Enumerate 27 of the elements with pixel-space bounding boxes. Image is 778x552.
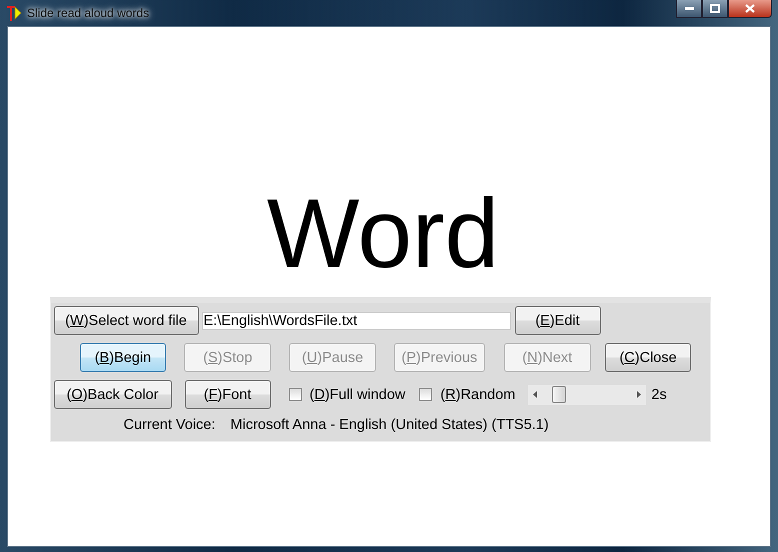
checkbox[interactable] (419, 388, 432, 401)
checkbox-label: (D)Full window (310, 386, 406, 402)
app-icon (6, 4, 22, 22)
control-button[interactable]: (B)Begin (80, 343, 166, 372)
voice-name: Microsoft Anna - English (United States) (TTS5.1) (230, 417, 549, 433)
interval-reading: 2s (651, 386, 667, 402)
close-button[interactable] (728, 0, 772, 18)
slider-thumb[interactable] (552, 386, 566, 402)
interval-slider[interactable] (528, 384, 646, 404)
maximize-icon (710, 4, 720, 13)
maximize-button[interactable] (702, 0, 728, 18)
checkbox[interactable] (288, 388, 302, 401)
back-color-button[interactable]: (O)Back Color (54, 380, 172, 409)
file-path-field[interactable]: E:\English\WordsFile.txt (202, 312, 510, 330)
right-arrow-icon[interactable] (637, 391, 642, 398)
select-file-button[interactable]: (W)Select word file (54, 306, 198, 335)
control-button[interactable]: (C)Close (604, 343, 692, 372)
voice-label: Current Voice: (124, 417, 216, 433)
minimize-button[interactable] (676, 0, 702, 18)
word-display: Word (266, 177, 500, 290)
minimize-icon (684, 7, 694, 10)
left-arrow-icon[interactable] (533, 391, 538, 398)
checkbox-label: (R)Random (440, 386, 516, 402)
window-title: Slide read aloud words (27, 6, 150, 20)
close-icon (745, 4, 755, 13)
font-button[interactable]: (F)Font (184, 380, 270, 409)
edit-button[interactable]: (E)Edit (514, 306, 600, 335)
